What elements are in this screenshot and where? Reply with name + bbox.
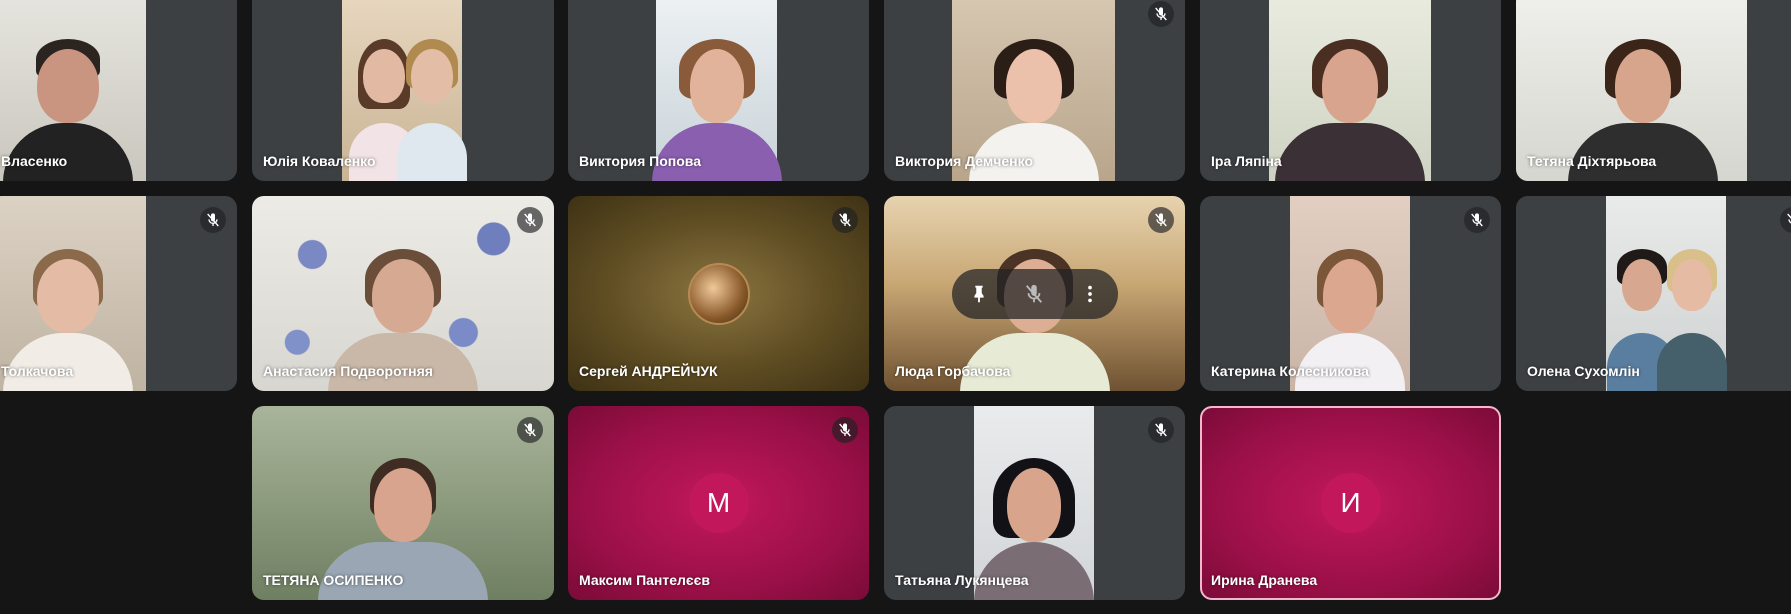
- mute-participant-button[interactable]: [1014, 274, 1054, 314]
- mic-muted-indicator: [1148, 207, 1174, 233]
- mic-muted-indicator: [517, 207, 543, 233]
- participant-video: [1269, 0, 1431, 181]
- participant-name: Люда Горбачова: [895, 363, 1011, 379]
- participant-name: Сергей АНДРЕЙЧУК: [579, 363, 718, 379]
- participant-video: [0, 196, 146, 391]
- participant-tile-speaking[interactable]: И Ирина Дранева: [1200, 406, 1501, 600]
- mic-muted-indicator: [517, 417, 543, 443]
- mic-off-icon: [207, 213, 219, 227]
- participant-tile[interactable]: Власенко: [0, 0, 237, 181]
- mic-off-icon: [1787, 213, 1791, 224]
- mic-muted-indicator: [1148, 417, 1174, 443]
- participant-video: [252, 196, 554, 391]
- participant-video: [974, 406, 1094, 600]
- mic-off-icon: [1471, 213, 1483, 227]
- participant-tile[interactable]: Олена Сухомлін: [1516, 196, 1791, 391]
- mic-muted-indicator: [1464, 207, 1490, 233]
- participant-video: [1606, 196, 1728, 391]
- participant-tile[interactable]: Люда Горбачова: [884, 196, 1185, 391]
- avatar-initial: И: [1320, 473, 1381, 533]
- tile-hover-controls: [951, 268, 1118, 319]
- participant-name: Максим Пантелєєв: [579, 572, 710, 588]
- participant-tile[interactable]: Виктория Попова: [568, 0, 869, 181]
- participant-name: Олена Сухомлін: [1527, 363, 1640, 379]
- participant-name: Ирина Дранева: [1211, 572, 1318, 588]
- participant-tile[interactable]: Катерина Колесникова: [1200, 196, 1501, 391]
- participant-name: Катерина Колесникова: [1211, 363, 1369, 379]
- participant-tile[interactable]: Тетяна Діхтярьова: [1516, 0, 1791, 181]
- mic-muted-indicator: [1148, 1, 1174, 27]
- mic-muted-indicator: [832, 417, 858, 443]
- mic-off-icon: [524, 213, 536, 227]
- participant-video: [1290, 196, 1410, 391]
- mic-off-icon: [1026, 284, 1043, 303]
- participant-tile[interactable]: Виктория Демченко: [884, 0, 1185, 181]
- pin-button[interactable]: [959, 274, 999, 314]
- participant-name: Власенко: [1, 153, 68, 169]
- participant-tile[interactable]: Анастасия Подворотняя: [252, 196, 554, 391]
- participant-tile[interactable]: Сергей АНДРЕЙЧУК: [568, 196, 869, 391]
- participant-tile[interactable]: М Максим Пантелєєв: [568, 406, 869, 600]
- pin-icon: [974, 285, 984, 302]
- participant-name: Юлія Коваленко: [263, 153, 376, 169]
- participant-tile[interactable]: Татьяна Лукянцева: [884, 406, 1185, 600]
- participant-name: Анастасия Подворотняя: [263, 363, 433, 379]
- more-vert-icon: [1087, 285, 1092, 302]
- participant-tile[interactable]: Толкачова: [0, 196, 237, 391]
- participant-name: Татьяна Лукянцева: [895, 572, 1029, 588]
- mic-muted-indicator: [832, 207, 858, 233]
- mic-off-icon: [839, 423, 851, 437]
- participant-tile[interactable]: Іра Ляпіна: [1200, 0, 1501, 181]
- mic-off-icon: [1155, 213, 1167, 227]
- avatar: [687, 262, 750, 325]
- more-options-button[interactable]: [1070, 274, 1110, 314]
- participant-tile[interactable]: ТЕТЯНА ОСИПЕНКО: [252, 406, 554, 600]
- mic-off-icon: [524, 423, 536, 437]
- participant-video: [252, 406, 554, 600]
- participant-name: Виктория Демченко: [895, 153, 1034, 169]
- mic-off-icon: [1155, 7, 1167, 21]
- avatar-initial: М: [688, 473, 749, 533]
- mic-off-icon: [839, 213, 851, 227]
- participant-name: Виктория Попова: [579, 153, 701, 169]
- mic-muted-indicator: [1780, 207, 1791, 233]
- mic-off-icon: [1155, 423, 1167, 437]
- participant-name: ТЕТЯНА ОСИПЕНКО: [263, 572, 404, 588]
- participant-name: Іра Ляпіна: [1211, 153, 1282, 169]
- participant-tile[interactable]: Юлія Коваленко: [252, 0, 554, 181]
- participant-name: Тетяна Діхтярьова: [1527, 153, 1657, 169]
- participant-figure: [1275, 39, 1425, 181]
- participant-name: Толкачова: [1, 363, 74, 379]
- participant-figure: [1657, 249, 1728, 391]
- mic-muted-indicator: [200, 207, 226, 233]
- participant-figure: [397, 39, 467, 181]
